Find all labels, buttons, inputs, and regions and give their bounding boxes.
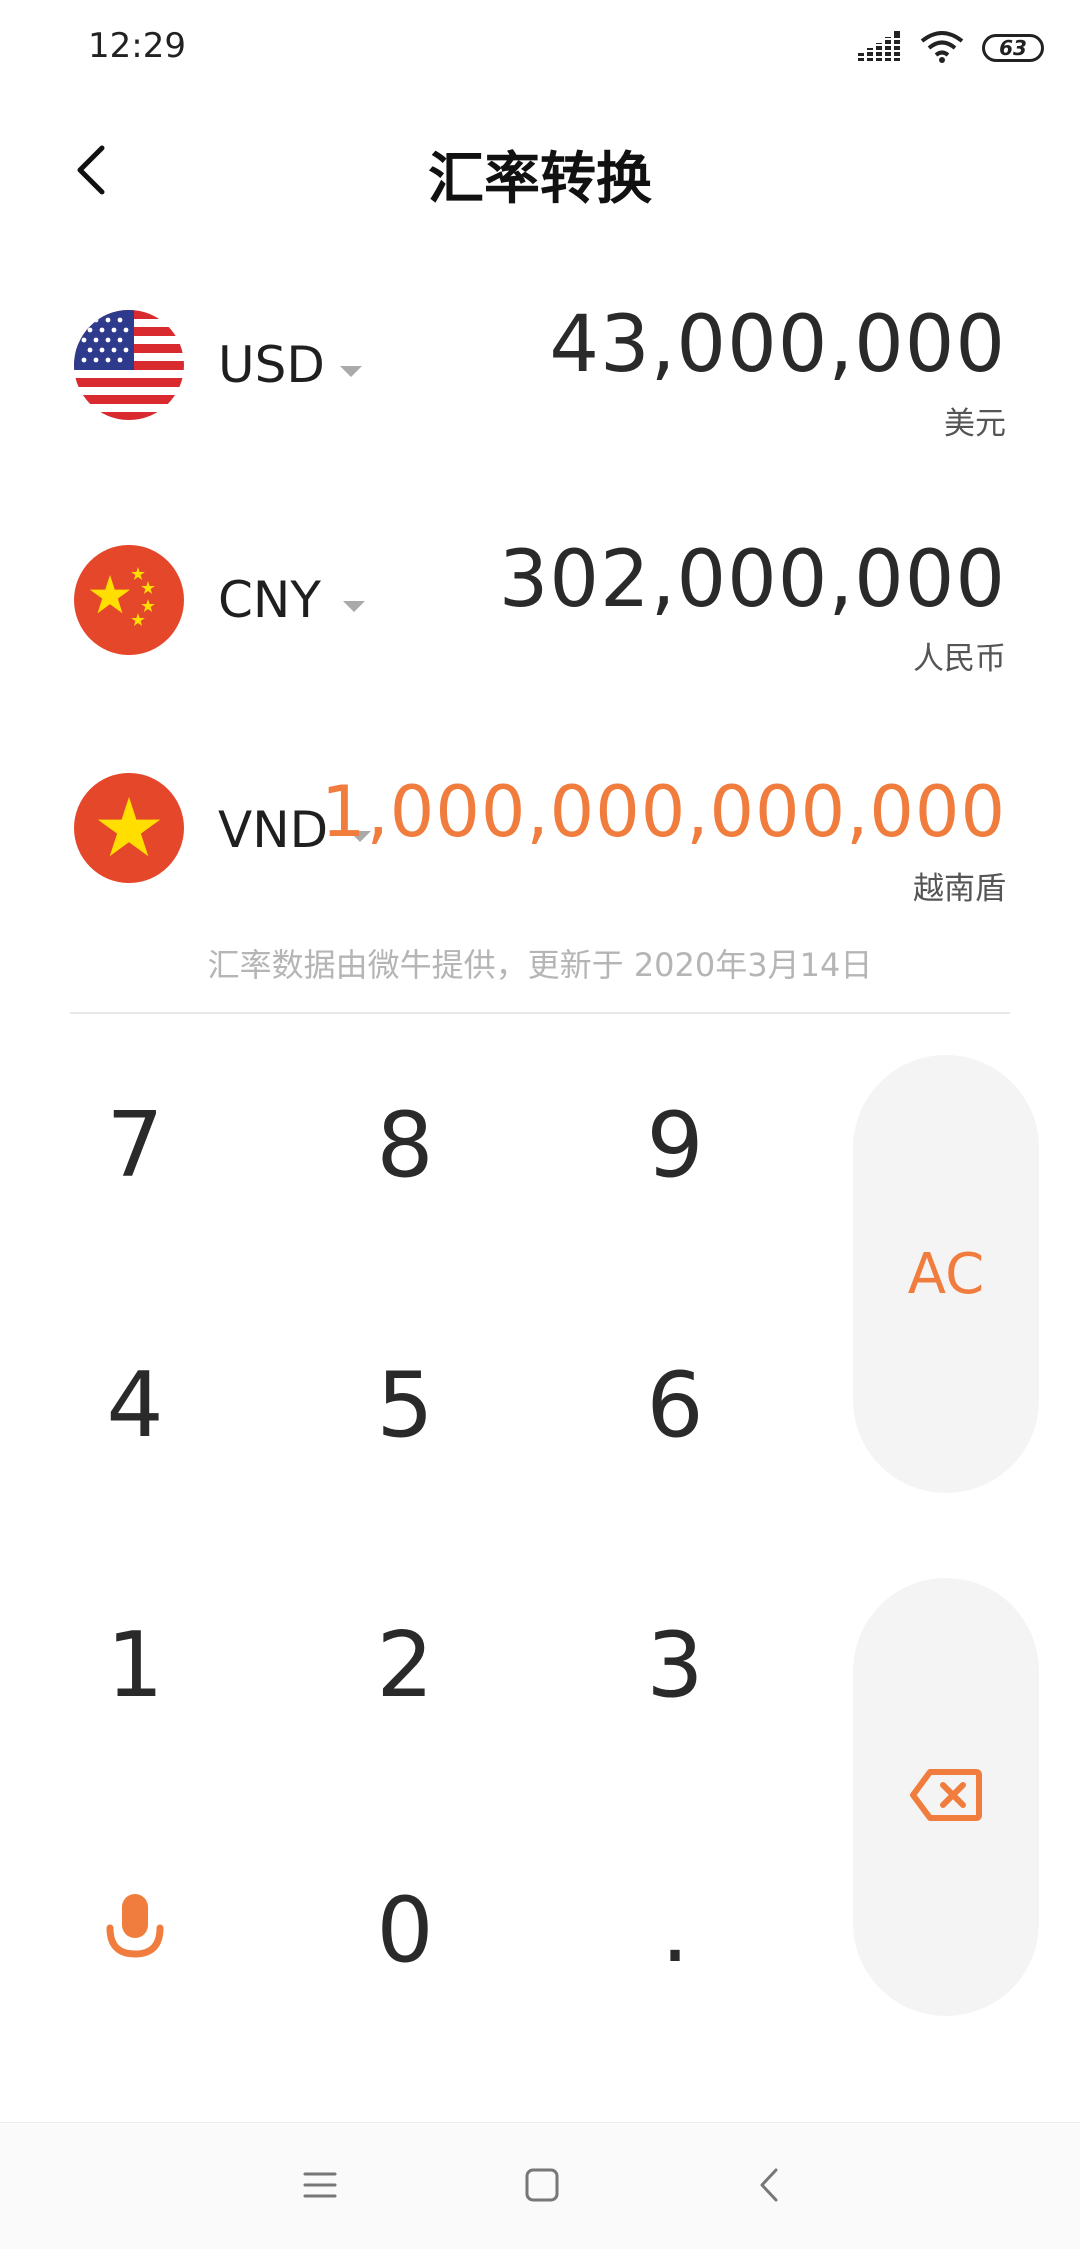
currency-amount[interactable]: 43,000,000 — [549, 300, 1006, 390]
divider — [70, 1012, 1010, 1014]
header: 汇率转换 — [0, 120, 1080, 220]
page-title: 汇率转换 — [428, 147, 652, 212]
key-7[interactable]: 7 — [45, 1065, 225, 1225]
key-9[interactable]: 9 — [585, 1065, 765, 1225]
rate-source-note: 汇率数据由微牛提供，更新于 2020年3月14日 — [207, 946, 873, 984]
back-chevron-icon[interactable] — [730, 2153, 810, 2217]
key-8[interactable]: 8 — [315, 1065, 495, 1225]
currency-row-usd[interactable]: USD 43,000,000 美元 — [0, 300, 1080, 470]
currency-row-vnd[interactable]: VND 1,000,000,000,000 越南盾 — [0, 765, 1080, 935]
menu-icon[interactable] — [280, 2153, 360, 2217]
currency-name: 人民币 — [913, 641, 1006, 677]
key-3[interactable]: 3 — [585, 1585, 765, 1745]
key-1[interactable]: 1 — [45, 1585, 225, 1745]
key-6[interactable]: 6 — [585, 1325, 765, 1485]
battery-icon: 63 — [982, 34, 1044, 62]
status-bar: 12:29 63 — [0, 0, 1080, 96]
currency-name: 美元 — [944, 406, 1006, 442]
key-decimal[interactable]: . — [585, 1850, 765, 2010]
currency-amount[interactable]: 302,000,000 — [499, 535, 1006, 625]
backspace-icon — [910, 1768, 982, 1826]
status-icons: 63 — [858, 28, 1044, 68]
signal-icon — [858, 31, 902, 65]
currency-code[interactable]: VND — [218, 801, 328, 859]
currency-code[interactable]: CNY — [218, 571, 321, 629]
key-0[interactable]: 0 — [315, 1850, 495, 2010]
china-flag-icon[interactable] — [74, 545, 184, 655]
key-2[interactable]: 2 — [315, 1585, 495, 1745]
key-4[interactable]: 4 — [45, 1325, 225, 1485]
chevron-down-icon[interactable] — [340, 366, 362, 377]
currency-name: 越南盾 — [913, 871, 1006, 907]
microphone-icon[interactable] — [45, 1850, 225, 2010]
status-time: 12:29 — [88, 26, 186, 66]
backspace-button[interactable] — [853, 1578, 1039, 2016]
key-5[interactable]: 5 — [315, 1325, 495, 1485]
clear-all-button[interactable]: AC — [853, 1055, 1039, 1493]
chevron-down-icon[interactable] — [343, 601, 365, 612]
clear-all-label: AC — [907, 1241, 985, 1307]
home-square-icon[interactable] — [502, 2153, 582, 2217]
wifi-icon — [920, 29, 964, 67]
vietnam-flag-icon[interactable] — [74, 773, 184, 883]
currency-amount-active[interactable]: 1,000,000,000,000 — [321, 771, 1006, 853]
system-nav-bar — [0, 2122, 1080, 2249]
currency-row-cny[interactable]: CNY 302,000,000 人民币 — [0, 535, 1080, 705]
us-flag-icon[interactable] — [74, 310, 184, 420]
currency-code[interactable]: USD — [218, 336, 325, 394]
